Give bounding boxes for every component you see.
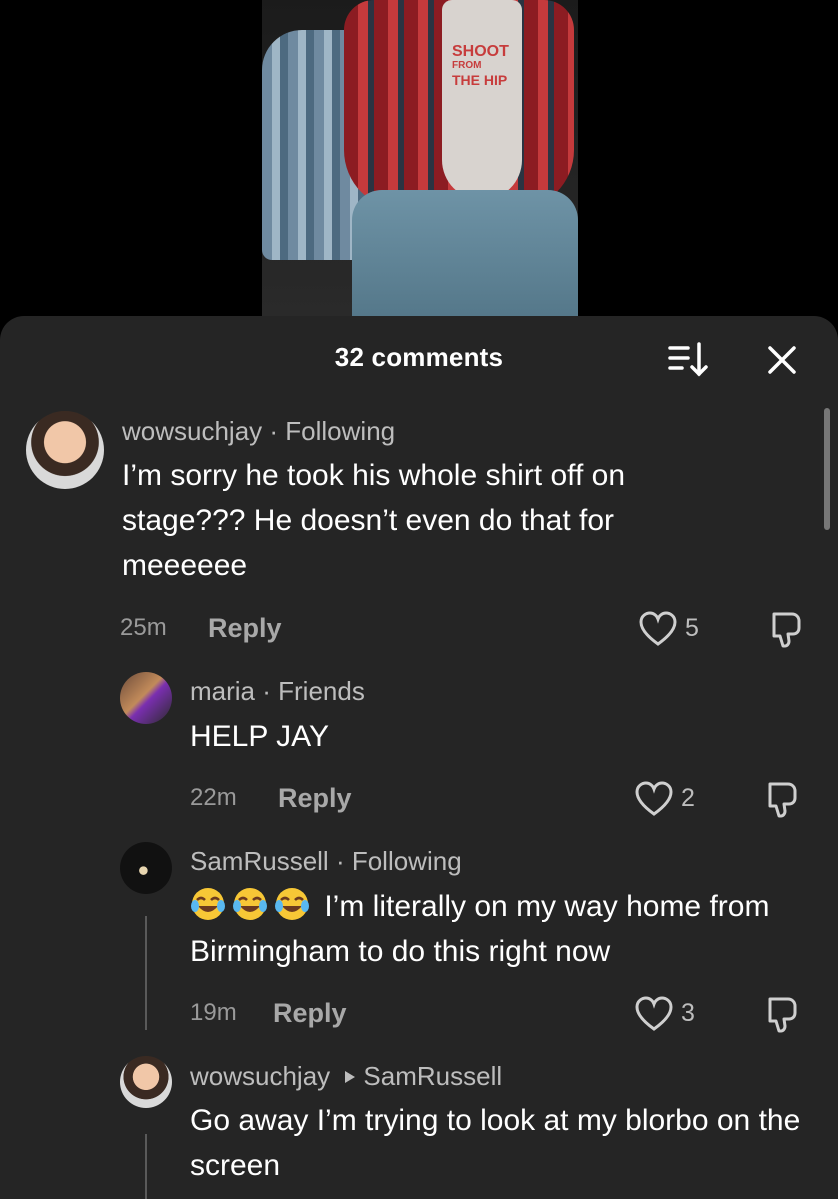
comment-1-relation: Following [285, 416, 396, 446]
video-tshirt [442, 0, 522, 200]
thread-line [145, 916, 147, 1030]
comment-1-meta: wowsuchjay · Following [122, 416, 396, 446]
comment-3-username[interactable]: SamRussell [190, 846, 329, 876]
video-frame: SHOOT FROM THE HIP [262, 0, 578, 316]
comment-3-body: I’m literally on my way home from Birmin… [190, 884, 790, 974]
sort-icon[interactable] [666, 340, 710, 380]
comment-3-reply-button[interactable]: Reply [273, 998, 347, 1029]
dislike-icon[interactable] [762, 780, 800, 818]
comment-2-text: HELP JAY [190, 720, 329, 753]
avatar-wowsuchjay[interactable] [26, 411, 104, 489]
close-icon[interactable] [764, 342, 800, 378]
heart-icon[interactable] [634, 995, 674, 1033]
comment-4-meta: wowsuchjay SamRussell [190, 1061, 502, 1092]
reply-arrow-icon [345, 1071, 356, 1083]
comment-4-text: Go away I’m trying to look at my blorbo … [190, 1104, 801, 1182]
video-jeans [352, 190, 578, 316]
comment-2-reply-button[interactable]: Reply [278, 783, 352, 814]
comment-2-meta: maria · Friends [190, 676, 365, 706]
thread-line [145, 1134, 147, 1199]
dislike-icon[interactable] [762, 995, 800, 1033]
comment-3-time: 19m [190, 999, 237, 1026]
tears-of-joy-emoji [190, 888, 232, 923]
comments-sheet: 32 comments wowsuchjay · Following I’m s… [0, 316, 838, 1199]
dislike-icon[interactable] [766, 610, 804, 648]
comment-2-time: 22m [190, 784, 237, 811]
comment-3-like-count: 3 [681, 999, 695, 1027]
comment-4-reply-to[interactable]: SamRussell [363, 1061, 502, 1091]
avatar-maria[interactable] [120, 672, 172, 724]
video-player[interactable]: SHOOT FROM THE HIP [0, 0, 838, 330]
comment-1-like-count: 5 [685, 614, 699, 642]
avatar-wowsuchjay[interactable] [120, 1056, 172, 1108]
heart-icon[interactable] [638, 610, 678, 648]
comment-1-username[interactable]: wowsuchjay [122, 416, 262, 446]
tears-of-joy-emoji [232, 888, 274, 923]
heart-icon[interactable] [634, 780, 674, 818]
comment-4-username[interactable]: wowsuchjay [190, 1061, 330, 1091]
comment-3-relation: Following [351, 846, 462, 876]
comment-3-meta: SamRussell · Following [190, 846, 462, 876]
comments-count-title: 32 comments [334, 342, 504, 372]
comment-2-username[interactable]: maria [190, 676, 255, 706]
comment-1-text: I’m sorry he took his whole shirt off on… [122, 459, 625, 582]
comment-1-reply-button[interactable]: Reply [208, 613, 282, 644]
comment-2-relation: Friends [278, 676, 365, 706]
video-tshirt-text: SHOOT FROM THE HIP [452, 43, 509, 89]
comment-2-like-count: 2 [681, 784, 695, 812]
avatar-samrussell[interactable] [120, 842, 172, 894]
scrollbar[interactable] [824, 408, 830, 530]
tears-of-joy-emoji [274, 888, 316, 923]
comment-1-time: 25m [120, 614, 167, 641]
